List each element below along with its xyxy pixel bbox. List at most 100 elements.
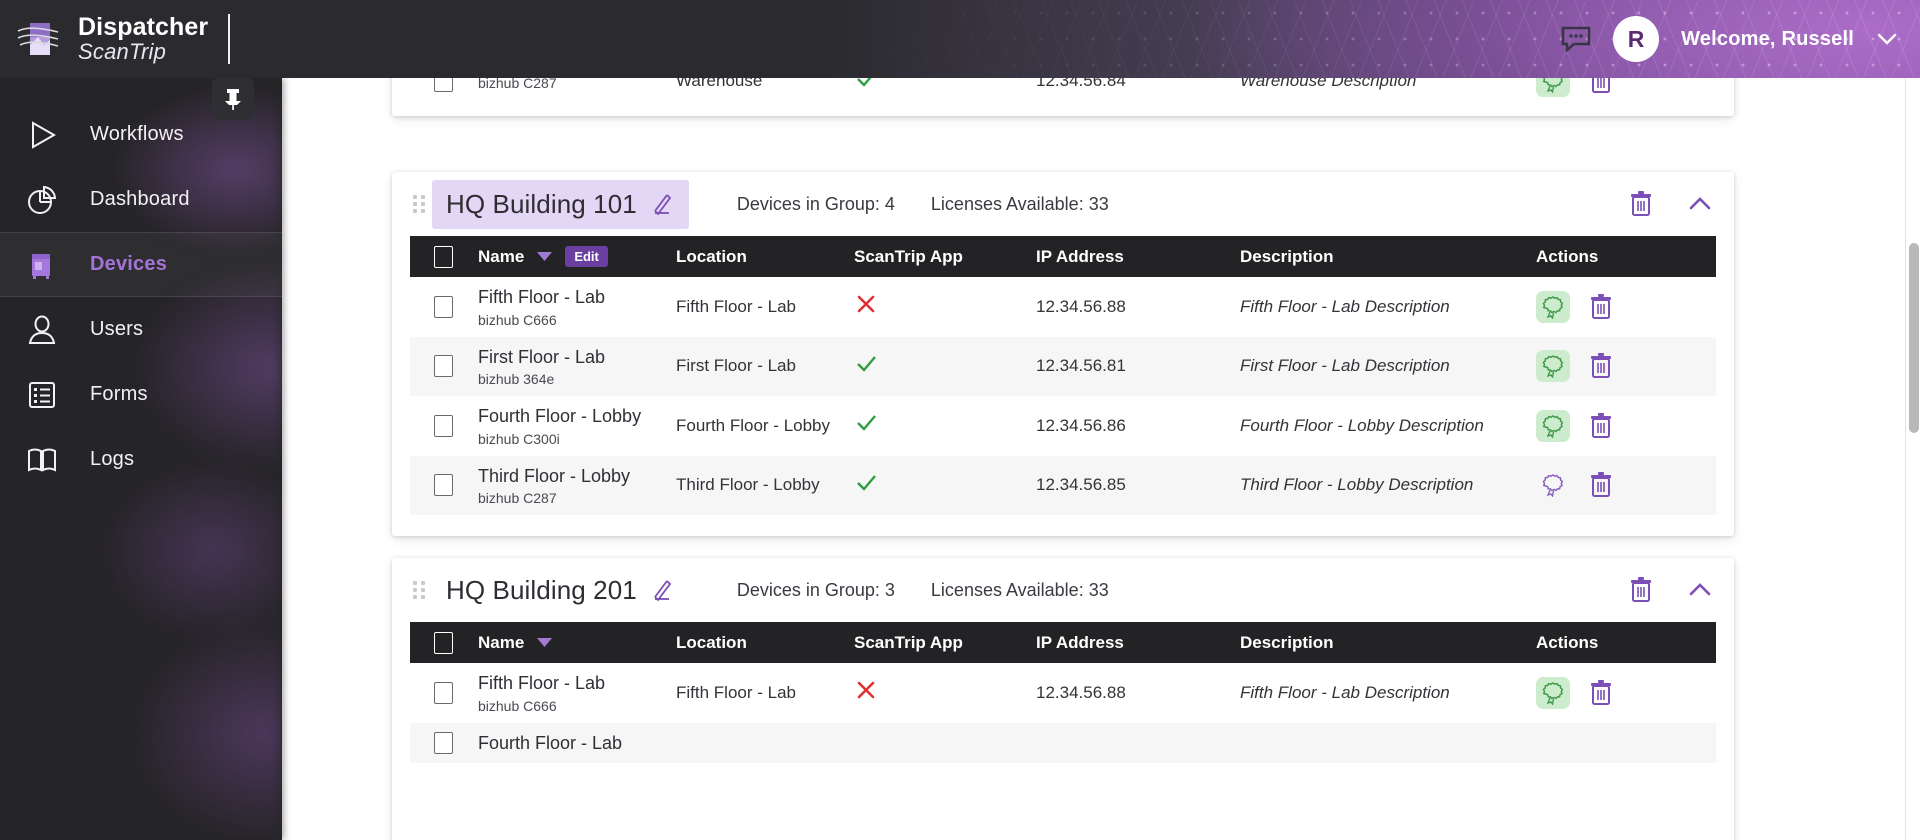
column-header-ip-address[interactable]: IP Address: [1036, 622, 1240, 663]
license-rosette-icon: [1542, 295, 1564, 319]
delete-group-icon[interactable]: [1628, 190, 1654, 218]
device-name-cell: Third Floor - Lobby bizhub C287: [478, 456, 676, 516]
column-header-ip-address[interactable]: IP Address: [1036, 236, 1240, 277]
sidebar-items-list: Workflows Dashboard Devices Users Forms …: [0, 102, 282, 492]
device-location-cell: [676, 723, 854, 764]
group-header: HQ Building 201 Devices in Group: 3 Lice…: [392, 558, 1734, 622]
vertical-scrollbar-track[interactable]: [1905, 78, 1920, 840]
sidebar-item-label: Logs: [90, 448, 135, 470]
scantrip-app-cell: [854, 337, 1036, 397]
table-row[interactable]: Fourth Floor - Lab: [410, 722, 1716, 764]
row-checkbox[interactable]: [434, 681, 453, 704]
device-ip-cell: 12.34.56.88: [1036, 296, 1126, 316]
license-badge-button[interactable]: [1536, 469, 1570, 501]
cross-mark-icon: [857, 295, 875, 313]
edit-column-badge[interactable]: Edit: [565, 246, 608, 267]
column-header-location[interactable]: Location: [676, 622, 854, 663]
vertical-scrollbar-thumb[interactable]: [1909, 243, 1919, 433]
select-all-checkbox[interactable]: [434, 245, 453, 268]
table-row[interactable]: First Floor - Lab bizhub 364e First Floo…: [410, 336, 1716, 397]
collapse-group-chevron-up-icon[interactable]: [1686, 195, 1714, 213]
column-header-name-label: Name: [478, 246, 525, 266]
table-row[interactable]: bizhub C287 Warehouse 12.34.56.84 Wareho…: [410, 78, 1716, 106]
device-name-cell: First Floor - Lab bizhub 364e: [478, 337, 676, 397]
license-badge-button[interactable]: [1536, 350, 1570, 383]
chat-bubble-icon[interactable]: [1561, 26, 1591, 52]
sidebar-item-logs[interactable]: Logs: [0, 427, 282, 492]
column-header-description[interactable]: Description: [1240, 622, 1536, 663]
device-location-cell: Warehouse: [676, 78, 763, 90]
licenses-available-label: Licenses Available: 33: [930, 579, 1109, 600]
play-triangle-icon: [20, 118, 64, 152]
delete-device-icon[interactable]: [1588, 679, 1614, 707]
brand-logo-area[interactable]: Dispatcher ScanTrip: [0, 0, 290, 78]
license-badge-button[interactable]: [1536, 676, 1570, 709]
group-drag-handle[interactable]: [406, 581, 432, 599]
delete-group-icon[interactable]: [1628, 576, 1654, 604]
drag-dots-icon: [412, 195, 426, 213]
column-header-name[interactable]: Name: [478, 622, 676, 663]
table-row[interactable]: Fifth Floor - Lab bizhub C666 Fifth Floo…: [410, 663, 1716, 723]
column-header-location[interactable]: Location: [676, 236, 854, 277]
group-title-edit-area[interactable]: HQ Building 101: [432, 179, 689, 229]
group-header: HQ Building 101 Devices in Group: 4 Lice…: [392, 172, 1734, 236]
table-row[interactable]: Third Floor - Lobby bizhub C287 Third Fl…: [410, 455, 1716, 516]
group-actions: [1628, 558, 1714, 622]
row-checkbox[interactable]: [434, 731, 453, 754]
devices-in-group-label: Devices in Group: 3: [736, 579, 895, 600]
header-divider: [228, 14, 230, 64]
table-header-row: Name Edit Location ScanTrip App IP Addre…: [410, 236, 1716, 277]
device-location-cell: Fourth Floor - Lobby: [676, 415, 831, 435]
scantrip-app-cell: [854, 663, 1036, 723]
pin-sidebar-button[interactable]: [212, 78, 254, 120]
delete-device-icon[interactable]: [1588, 412, 1614, 440]
select-all-checkbox[interactable]: [434, 631, 453, 654]
delete-device-icon[interactable]: [1588, 352, 1614, 380]
open-book-icon: [20, 443, 64, 477]
column-header-scantrip-app[interactable]: ScanTrip App: [854, 622, 1036, 663]
device-group-card-hq101: HQ Building 101 Devices in Group: 4 Lice…: [392, 172, 1734, 536]
devices-in-group-label: Devices in Group: 4: [736, 193, 895, 214]
license-badge-button[interactable]: [1536, 290, 1570, 323]
delete-device-icon[interactable]: [1588, 471, 1614, 499]
license-badge-button[interactable]: [1536, 409, 1570, 442]
cross-mark-icon: [857, 681, 875, 699]
group-actions: [1628, 172, 1714, 236]
collapse-group-chevron-up-icon[interactable]: [1686, 581, 1714, 599]
row-checkbox[interactable]: [434, 78, 453, 92]
license-badge-button[interactable]: [1536, 78, 1570, 97]
sidebar-item-forms[interactable]: Forms: [0, 362, 282, 427]
sidebar-item-devices[interactable]: Devices: [0, 232, 282, 297]
chevron-down-icon[interactable]: [1876, 32, 1898, 46]
device-table-hq201: Name Location ScanTrip App IP Address De…: [410, 622, 1716, 763]
row-checkbox[interactable]: [434, 295, 453, 318]
row-checkbox[interactable]: [434, 474, 453, 497]
edit-pencil-icon[interactable]: [649, 192, 673, 216]
table-row[interactable]: Fourth Floor - Lobby bizhub C300i Fourth…: [410, 396, 1716, 456]
row-checkbox[interactable]: [434, 355, 453, 378]
device-name: First Floor - Lab: [478, 346, 606, 367]
avatar[interactable]: R: [1613, 16, 1660, 62]
sort-descending-caret-icon[interactable]: [536, 637, 553, 648]
pushpin-icon: [225, 89, 241, 110]
group-drag-handle[interactable]: [406, 195, 432, 213]
column-header-name[interactable]: Name Edit: [478, 236, 676, 277]
device-model: bizhub C287: [478, 490, 557, 506]
edit-pencil-icon[interactable]: [649, 578, 673, 602]
sort-descending-caret-icon[interactable]: [536, 251, 553, 262]
device-ip-cell: 12.34.56.81: [1036, 356, 1126, 376]
scantrip-app-cell: [854, 456, 1036, 516]
column-header-description[interactable]: Description: [1240, 236, 1536, 277]
delete-device-icon[interactable]: [1588, 78, 1614, 95]
row-checkbox[interactable]: [434, 414, 453, 437]
sidebar-item-label: Users: [90, 318, 144, 340]
table-row[interactable]: Fifth Floor - Lab bizhub C666 Fifth Floo…: [410, 277, 1716, 337]
sidebar-item-dashboard[interactable]: Dashboard: [0, 167, 282, 232]
select-all-header: [410, 622, 478, 663]
sidebar-item-users[interactable]: Users: [0, 297, 282, 362]
delete-device-icon[interactable]: [1588, 293, 1614, 321]
device-name: Fourth Floor - Lab: [478, 732, 623, 753]
group-title-edit-area[interactable]: HQ Building 201: [432, 566, 689, 615]
sidebar-navigation: Workflows Dashboard Devices Users Forms …: [0, 78, 282, 840]
column-header-scantrip-app[interactable]: ScanTrip App: [854, 236, 1036, 277]
